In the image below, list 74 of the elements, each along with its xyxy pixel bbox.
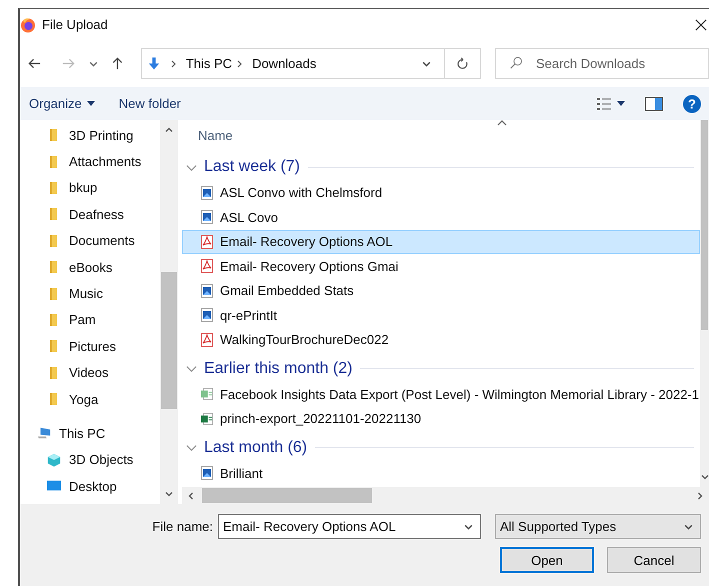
monitor-icon — [47, 479, 61, 494]
sidebar-item[interactable]: Documents — [20, 228, 160, 254]
image-file-icon — [200, 308, 213, 322]
file-row[interactable]: Facebook Insights Data Export (Post Level) - Wilmington Memorial Library - 2022-1 — [182, 382, 700, 406]
search-icon — [508, 56, 523, 70]
spreadsheet-file-icon — [200, 412, 213, 426]
name-column-header[interactable]: Name — [198, 128, 233, 142]
help-icon[interactable]: ? — [683, 94, 701, 112]
sidebar-item[interactable]: Pictures — [20, 333, 160, 360]
scrollbar-thumb[interactable] — [160, 272, 177, 409]
window-title: File Upload — [42, 17, 108, 32]
file-row[interactable]: Brilliant — [182, 462, 700, 485]
file-name-label: File name: — [152, 519, 213, 534]
chevron-right-icon — [170, 58, 178, 68]
caret-icon[interactable] — [86, 101, 95, 106]
spreadsheet-file-icon — [200, 387, 213, 402]
file-row[interactable]: ASL Covo — [182, 206, 700, 229]
file-row[interactable]: Email- Recovery Options AOL — [182, 230, 700, 254]
computer-icon — [37, 426, 51, 440]
cube-icon — [47, 452, 61, 467]
preview-pane-icon[interactable] — [645, 96, 663, 110]
sidebar-item[interactable]: Attachments — [20, 148, 160, 175]
view-list-icon[interactable] — [596, 96, 612, 110]
file-row[interactable]: Email- Recovery Options Gmai — [182, 254, 700, 278]
sidebar-item[interactable]: bkup — [20, 174, 160, 202]
scrollbar-thumb[interactable] — [202, 488, 372, 503]
download-arrow-icon — [148, 56, 160, 71]
sidebar-item[interactable]: 3D Printing — [20, 122, 160, 148]
group-heading[interactable]: Last week (7) — [204, 158, 300, 176]
group-heading[interactable]: Last month (6) — [204, 438, 308, 456]
open-button[interactable]: Open — [500, 547, 594, 573]
scroll-right-icon[interactable] — [695, 490, 705, 500]
file-row[interactable]: WalkingTourBrochureDec022 — [182, 328, 700, 352]
new-folder-button[interactable]: New folder — [118, 96, 181, 111]
search-field[interactable]: Search Downloads — [494, 48, 709, 79]
sidebar-item[interactable]: Videos — [20, 360, 160, 386]
refresh-button[interactable] — [445, 48, 481, 79]
image-file-icon — [200, 284, 213, 298]
browser-logo-icon — [20, 16, 36, 32]
file-row[interactable]: ASL Convo with Chelmsford — [182, 181, 700, 204]
caret-icon[interactable] — [617, 101, 625, 106]
pdf-file-icon — [200, 234, 213, 249]
scroll-down-icon[interactable] — [700, 472, 709, 482]
chevron-right-icon — [236, 58, 244, 68]
close-icon[interactable] — [695, 18, 707, 30]
sidebar-item[interactable]: Music — [20, 280, 160, 307]
sidebar-item[interactable]: Pam — [20, 306, 160, 334]
sidebar-item[interactable]: 3D Objects — [20, 446, 160, 474]
image-file-icon — [200, 210, 213, 224]
pdf-file-icon — [200, 259, 213, 274]
file-row[interactable]: princh-export_20221101-20221130 — [182, 407, 700, 430]
image-file-icon — [200, 466, 213, 480]
scrollbar-thumb[interactable] — [701, 120, 708, 330]
back-arrow-icon[interactable] — [27, 56, 42, 71]
file-name-field[interactable]: Email- Recovery Options AOL — [218, 514, 481, 539]
group-heading[interactable]: Earlier this month (2) — [204, 360, 352, 378]
image-file-icon — [200, 186, 213, 200]
scroll-down-icon[interactable] — [164, 489, 174, 499]
file-row[interactable]: qr-ePrintIt — [182, 304, 700, 327]
refresh-icon — [456, 56, 470, 70]
pdf-file-icon — [200, 332, 213, 347]
sidebar-item[interactable]: Desktop — [20, 473, 160, 500]
breadcrumb-item[interactable]: Downloads — [252, 56, 316, 71]
sidebar-item[interactable]: This PC — [20, 420, 160, 447]
sidebar-item[interactable]: Yoga — [20, 386, 160, 412]
cancel-button[interactable]: Cancel — [607, 547, 701, 573]
sidebar-item[interactable]: Deafness — [20, 201, 160, 228]
sort-caret-icon — [496, 120, 507, 126]
file-type-dropdown[interactable]: All Supported Types — [495, 514, 701, 539]
address-bar[interactable]: This PC Downloads — [140, 48, 446, 79]
organize-menu[interactable]: Organize — [29, 96, 82, 111]
breadcrumb-item[interactable]: This PC — [186, 56, 232, 71]
file-row[interactable]: Gmail Embedded Stats — [182, 279, 700, 302]
sidebar-item[interactable]: eBooks — [20, 254, 160, 280]
